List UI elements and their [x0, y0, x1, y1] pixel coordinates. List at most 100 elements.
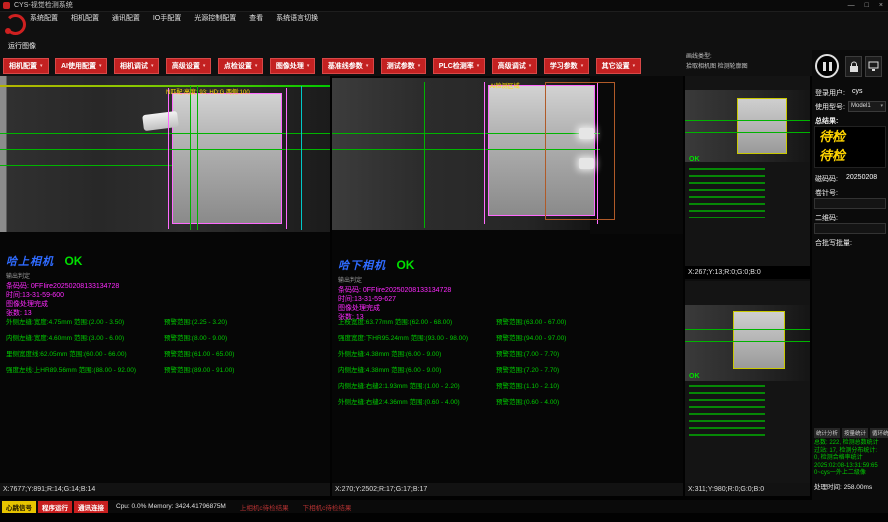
preview-part — [733, 311, 785, 369]
toolbar-button-learning-params[interactable]: 学习参数▾ — [544, 58, 590, 74]
measurement-row: 内侧左缝:4.38mm 范围:(6.00 - 9.00)预警范围:(7.20 -… — [338, 364, 668, 380]
pixel-readout-preview: X:311;Y:980;R:0;G:0;B:0 — [685, 483, 810, 496]
toolbar-button-label: 图像处理 — [276, 61, 304, 71]
measurement-list: 外侧左缝:宽度:4.75mm 范围:(2.00 - 3.50) 预警范围:(2.2… — [6, 316, 330, 380]
stats-tab-cycle[interactable]: 循环统计 — [870, 428, 888, 438]
toolbar-button-baseline-params[interactable]: 基准线参数▾ — [322, 58, 375, 74]
total-result-line: 待检 — [819, 146, 885, 165]
chevron-down-icon: ▾ — [40, 63, 43, 69]
overlay-vline-cyan — [301, 86, 302, 230]
brand-logo-icon — [5, 14, 26, 35]
chevron-down-icon: ▾ — [880, 102, 883, 111]
toolbar-button-label: 高级调试 — [498, 61, 526, 71]
menu-item-system-config[interactable]: 系统配置 — [30, 15, 58, 22]
measurement-warning: 预警范围:(2.25 - 3.20) — [164, 316, 227, 326]
stats-panel: 统计分析 按量统计 循环统计 总数: 222, 检测总数统计 过站: 17, 检… — [814, 428, 887, 491]
measurement-warning: 预警范围:(7.00 - 7.70) — [496, 348, 559, 358]
minimize-button[interactable]: — — [848, 0, 855, 11]
monitor-button[interactable] — [865, 56, 882, 77]
measurement-row: 外侧左缝:4.38mm 范围:(6.00 - 9.00)预警范围:(7.00 -… — [338, 348, 668, 364]
measurement-value: 外侧左缝:宽度:4.75mm 范围:(2.00 - 3.50) — [6, 316, 124, 326]
status-line: 哈上相机 OK — [6, 252, 326, 270]
model-select[interactable]: Model1 ▾ — [848, 101, 886, 112]
chevron-down-icon: ▾ — [203, 63, 206, 69]
total-result-box: 待检 待检 — [814, 126, 886, 168]
measurement-value: 内侧左缝:右缝2:1.93mm 范围:(1.00 - 2.20) — [338, 380, 460, 390]
menu-item-comm-config[interactable]: 通讯配置 — [112, 15, 140, 22]
qrcode-input[interactable] — [814, 223, 886, 234]
pause-button[interactable] — [815, 54, 839, 78]
lower-camera-result-text: 下相机c待检结果 — [303, 502, 352, 512]
glow-spot — [579, 128, 594, 139]
preview-coords-1: X:267;Y:13;R:0;G:0;B:0 — [685, 266, 810, 279]
total-result-label: 总结果: — [815, 116, 838, 126]
camera-view-upper[interactable]: N匹配:高度: 93; HD:G 两侧:100 哈上相机 OK 输出判定 条码码… — [0, 76, 330, 483]
toolbar-button-spot-check[interactable]: 点检设置▾ — [218, 58, 264, 74]
overlay-vline — [197, 86, 198, 230]
maximize-button[interactable]: □ — [865, 0, 869, 11]
process-time-text: 处理时间: 258.00ms — [814, 481, 887, 491]
toolbar-button-label: 相机配置 — [9, 61, 37, 71]
status-sub: 输出判定 — [338, 275, 658, 284]
overlay-vline — [424, 82, 425, 228]
ai-region-label: AI检测区域 — [490, 81, 520, 90]
stats-line: 0~cys一外上二级像 — [814, 470, 887, 478]
model-select-value: Model1 — [851, 102, 871, 111]
draw-type-panel: 画线类型: 拾取相机图 检测轮廓图 — [686, 52, 808, 74]
preview-camera-2[interactable]: OK — [685, 281, 810, 483]
draw-type-options[interactable]: 拾取相机图 检测轮廓图 — [686, 62, 808, 72]
close-button[interactable]: × — [879, 0, 883, 11]
measurement-row: 外侧左缝:宽度:4.75mm 范围:(2.00 - 3.50) 预警范围:(2.2… — [6, 316, 330, 332]
tab-run-image[interactable]: 运行图像 — [8, 41, 36, 51]
cpu-memory-text: Cpu: 0.0% Memory: 3424.41796875M — [116, 503, 226, 510]
stats-tab-analysis[interactable]: 统计分析 — [814, 428, 840, 438]
needle-input[interactable] — [814, 198, 886, 209]
toolbar-button-label: PLC检测率 — [439, 61, 474, 71]
total-result-line: 待检 — [819, 127, 885, 146]
toolbar-button-advanced-settings[interactable]: 高级设置▾ — [166, 58, 212, 74]
status-sub: 输出判定 — [6, 271, 326, 280]
overlay-hline — [685, 329, 810, 330]
overlay-hline — [685, 341, 810, 342]
toolbar-button-test-params[interactable]: 测试参数▾ — [381, 58, 427, 74]
camera-view-lower[interactable]: AI检测区域 哈下相机 OK 输出判定 条码码: 0FFIire20250208… — [332, 76, 683, 483]
lock-button[interactable] — [845, 56, 862, 77]
lock-icon — [849, 61, 859, 73]
toolbar-button-image-processing[interactable]: 图像处理▾ — [270, 58, 316, 74]
login-user-value: cys — [852, 88, 863, 95]
roi-vline — [168, 88, 169, 229]
menu-item-light-config[interactable]: 光源控制配置 — [194, 15, 236, 22]
menu-item-view[interactable]: 查看 — [249, 15, 263, 22]
measurement-value: 强度宽度:下HR95.24mm 范围:(93.00 - 98.00) — [338, 332, 468, 342]
chevron-down-icon: ▾ — [255, 63, 258, 69]
window-title: CYS-视觉检测系统 — [14, 0, 73, 11]
chevron-down-icon: ▾ — [418, 63, 421, 69]
measurement-list: 上枝宽度:63.77mm 范围:(62.00 - 68.00)预警范围:(63.… — [338, 316, 668, 412]
chevron-down-icon: ▾ — [151, 63, 154, 69]
toolbar-button-ai-config[interactable]: AI使用配置▾ — [55, 58, 108, 74]
preview-part — [737, 98, 787, 154]
menu-item-io-config[interactable]: IO手配置 — [153, 15, 181, 22]
preview-camera-1[interactable]: OK — [685, 76, 810, 266]
app-icon — [3, 2, 10, 9]
process-status-text: 图像处理完成 — [6, 300, 326, 309]
stats-tabs: 统计分析 按量统计 循环统计 — [814, 428, 887, 438]
qrcode-label: 二维码: — [815, 213, 838, 223]
toolbar-button-label: 测试参数 — [387, 61, 415, 71]
measurement-row: 里侧宽度线:62.05mm 范围:(60.00 - 66.00)预警范围:(61… — [6, 348, 330, 364]
measurement-row: 内侧左缝:宽度:4.60mm 范围:(3.00 - 6.00)预警范围:(8.0… — [6, 332, 330, 348]
menu-item-language-switch[interactable]: 系统语言切换 — [276, 15, 318, 22]
measurement-warning: 预警范围:(1.10 - 2.10) — [496, 380, 559, 390]
camera-name: 哈下相机 — [338, 260, 386, 272]
toolbar-button-advanced-debug[interactable]: 高级调试▾ — [492, 58, 538, 74]
menu-item-camera-config[interactable]: 相机配置 — [71, 15, 99, 22]
toolbar-button-camera-config[interactable]: 相机配置▾ — [3, 58, 49, 74]
measurement-value: 里侧宽度线:62.05mm 范围:(60.00 - 66.00) — [6, 348, 127, 358]
toolbar-button-other-settings[interactable]: 其它设置▾ — [596, 58, 642, 74]
toolbar-button-plc-rate[interactable]: PLC检测率▾ — [433, 58, 486, 74]
toolbar-button-camera-debug[interactable]: 相机调试▾ — [114, 58, 160, 74]
stats-tab-quantity[interactable]: 按量统计 — [842, 428, 868, 438]
upper-camera-result-text: 上相机c待检结果 — [240, 502, 289, 512]
status-line: 哈下相机 OK — [338, 256, 658, 274]
time-text: 时间:13-31-59-627 — [338, 295, 658, 304]
